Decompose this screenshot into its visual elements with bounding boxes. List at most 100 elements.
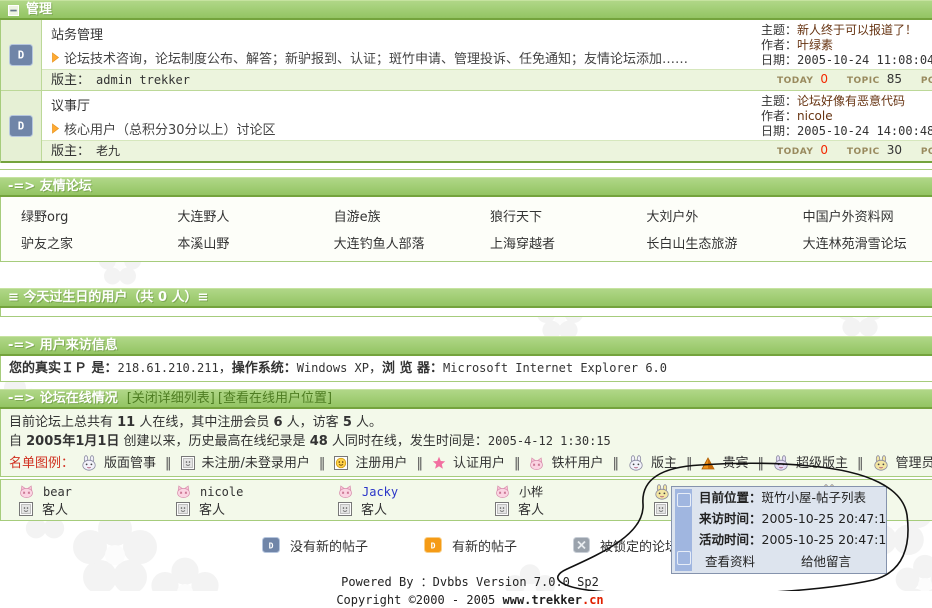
moderator-links[interactable]: admin trekker bbox=[96, 73, 190, 87]
user-location-line: 客人 bbox=[338, 500, 398, 517]
user-name-link[interactable]: nicole bbox=[200, 485, 243, 499]
legend-separator: ‖ bbox=[165, 454, 172, 473]
popup-row-value: 2005-10-25 20:47:14 bbox=[762, 511, 886, 526]
friend-forum-link[interactable]: 狼行天下 bbox=[470, 202, 626, 229]
user-name-line: bear bbox=[19, 483, 72, 500]
legend-item-label: 贵宾 bbox=[722, 454, 748, 473]
topic-label-stat: TOPIC bbox=[847, 147, 880, 157]
friend-forum-link[interactable]: 驴友之家 bbox=[1, 229, 157, 256]
view-profile-link[interactable]: 查看资料 bbox=[705, 550, 755, 573]
forum-description-text: 核心用户（总积分30分以上）讨论区 bbox=[64, 119, 276, 138]
post-label-stat: POST bbox=[921, 147, 932, 157]
online-status-title: -=> 论坛在线情况 bbox=[8, 391, 118, 407]
birthday-empty-row bbox=[0, 308, 932, 317]
copyright-text: Copyright ©2000 - 2005 www.trekker.cn bbox=[0, 593, 932, 608]
cat-pink-icon bbox=[176, 485, 191, 498]
browser-value: Microsoft Internet Explorer 6.0 bbox=[443, 361, 667, 375]
visitor-info-header: -=> 用户来访信息 bbox=[0, 336, 932, 356]
close-detail-list-link[interactable]: [关闭详细列表] bbox=[127, 391, 215, 407]
post-legend-item: D 有新的帖子 bbox=[424, 536, 517, 555]
moderator-links[interactable]: 老九 bbox=[96, 144, 120, 158]
footer: Powered By ：Dvbbs Version 7.0.0 Sp2 Copy… bbox=[0, 575, 932, 608]
last-topic-link[interactable]: 新人终于可以报道了！ bbox=[797, 23, 917, 37]
legend-item-label: 超级版主 bbox=[796, 454, 848, 473]
forum-status-icon: D bbox=[9, 115, 33, 137]
star-pink-icon bbox=[432, 456, 446, 470]
friend-forum-link[interactable]: 上海穿越者 bbox=[470, 229, 626, 256]
last-post-date: 2005-10-24 14:00:48 bbox=[797, 124, 932, 138]
face-gray-icon bbox=[495, 502, 509, 516]
legend-separator: ‖ bbox=[758, 454, 765, 473]
user-name-line: nicole bbox=[176, 483, 243, 500]
today-label: TODAY bbox=[777, 76, 813, 86]
popup-row-value: 2005-10-25 20:47:14 bbox=[762, 532, 886, 547]
last-topic-info: 主题：论坛好像有恶意代码 作者：nicole 日期：2005-10-24 14:… bbox=[761, 94, 932, 139]
site-link[interactable]: www.trekker bbox=[503, 593, 582, 607]
user-location-label: 客人 bbox=[42, 499, 68, 518]
user-location-line: 客人 bbox=[495, 500, 544, 517]
legend-item-label: 版主 bbox=[651, 454, 677, 473]
friend-forum-link[interactable]: 绿野org bbox=[1, 202, 157, 229]
separator: ， bbox=[369, 361, 382, 376]
user-name-link[interactable]: bear bbox=[43, 485, 72, 499]
friend-forum-link[interactable]: 大连钓鱼人部落 bbox=[314, 229, 470, 256]
online-user-entry: Jacky客人 bbox=[338, 483, 398, 517]
site-link-cn[interactable]: .cn bbox=[582, 593, 604, 607]
popup-rows: 目前位置：斑竹小屋-帖子列表来访时间：2005-10-25 20:47:14活动… bbox=[672, 487, 886, 550]
friend-forum-link[interactable]: 长白山生态旅游 bbox=[626, 229, 782, 256]
visitor-info-title: -=> 用户来访信息 bbox=[8, 338, 118, 354]
popup-row-label: 活动时间： bbox=[699, 532, 762, 547]
powered-by-text: Powered By ：Dvbbs Version 7.0.0 Sp2 bbox=[0, 575, 932, 590]
user-location-line: 客人 bbox=[176, 500, 243, 517]
legend-separator: ‖ bbox=[857, 454, 864, 473]
forum-status-cell: D bbox=[1, 91, 42, 161]
friend-forum-link[interactable]: 大连野人 bbox=[157, 202, 313, 229]
moderator-label: 版主： bbox=[51, 73, 90, 88]
post-legend-label: 有新的帖子 bbox=[452, 536, 517, 555]
online-record: 48 bbox=[310, 434, 328, 449]
os-value: Windows XP bbox=[297, 361, 369, 375]
d-orange-icon: D bbox=[424, 537, 442, 553]
face-gray-icon bbox=[654, 502, 668, 516]
post-label-stat: POST bbox=[921, 76, 932, 86]
friend-forum-link[interactable]: 本溪山野 bbox=[157, 229, 313, 256]
user-name-link[interactable]: Jacky bbox=[362, 485, 398, 499]
user-name-link[interactable]: 小桦 bbox=[519, 483, 543, 500]
svg-text:D: D bbox=[18, 120, 25, 133]
topic-label: 主题： bbox=[761, 23, 797, 37]
view-online-location-link[interactable]: [查看在线用户位置] bbox=[218, 391, 332, 407]
online-count-line: 目前论坛上总共有 11 人在线，其中注册会员 6 人，访客 5 人。 bbox=[9, 413, 931, 432]
user-location-label: 客人 bbox=[361, 499, 387, 518]
friend-forum-link[interactable]: 大连林苑滑雪论坛 bbox=[783, 229, 932, 256]
last-author-link[interactable]: nicole bbox=[797, 109, 833, 123]
today-count: 0 bbox=[820, 143, 828, 157]
send-message-link[interactable]: 给他留言 bbox=[801, 550, 851, 573]
friend-forum-link[interactable]: 中国户外资料网 bbox=[783, 202, 932, 229]
friend-forum-link[interactable]: 大刘户外 bbox=[626, 202, 782, 229]
popup-info-row: 来访时间：2005-10-25 20:47:14 bbox=[672, 508, 886, 529]
topic-label: 主题： bbox=[761, 94, 797, 108]
legend-item-label: 未注册/未登录用户 bbox=[202, 454, 310, 473]
author-label: 作者： bbox=[761, 109, 797, 123]
post-legend-item: 被锁定的论坛 bbox=[573, 536, 678, 555]
collapse-section-icon[interactable] bbox=[8, 5, 19, 16]
forum-description-text: 论坛技术咨询，论坛制度公布、解答；新驴报到、认证；斑竹申请、管理投诉、任免通知；… bbox=[64, 48, 688, 67]
today-label: TODAY bbox=[777, 147, 813, 157]
friend-links-grid: 绿野org大连野人自游e族狼行天下大刘户外中国户外资料网驴友之家本溪山野大连钓鱼… bbox=[0, 197, 932, 262]
online-total: 11 bbox=[117, 415, 135, 430]
online-members: 6 bbox=[274, 415, 283, 430]
user-location-label: 客人 bbox=[518, 499, 544, 518]
legend-label: 名单图例： bbox=[9, 454, 74, 473]
birthday-title: ≡ 今天过生日的用户（共 0 人）≡ bbox=[8, 290, 208, 306]
friend-forum-link[interactable]: 自游e族 bbox=[314, 202, 470, 229]
last-topic-link[interactable]: 论坛好像有恶意代码 bbox=[797, 94, 905, 108]
today-count: 0 bbox=[820, 72, 828, 86]
moderator-label: 版主： bbox=[51, 144, 90, 159]
last-topic-info: 主题：新人终于可以报道了！ 作者：叶绿素 日期：2005-10-24 11:08… bbox=[761, 23, 932, 68]
forum-row-main: 议事厅 核心用户（总积分30分以上）讨论区 版主：老九 主题：论坛好像有恶意代码… bbox=[42, 91, 932, 161]
last-author-link[interactable]: 叶绿素 bbox=[797, 38, 833, 52]
bunny-white-icon bbox=[81, 455, 97, 471]
cat-pink-icon bbox=[495, 485, 510, 498]
post-legend-label: 没有新的帖子 bbox=[290, 536, 368, 555]
user-legend-row: 名单图例： 版面管事‖未注册/未登录用户‖注册用户‖认证用户‖铁杆用户‖版主‖贵… bbox=[9, 453, 931, 473]
